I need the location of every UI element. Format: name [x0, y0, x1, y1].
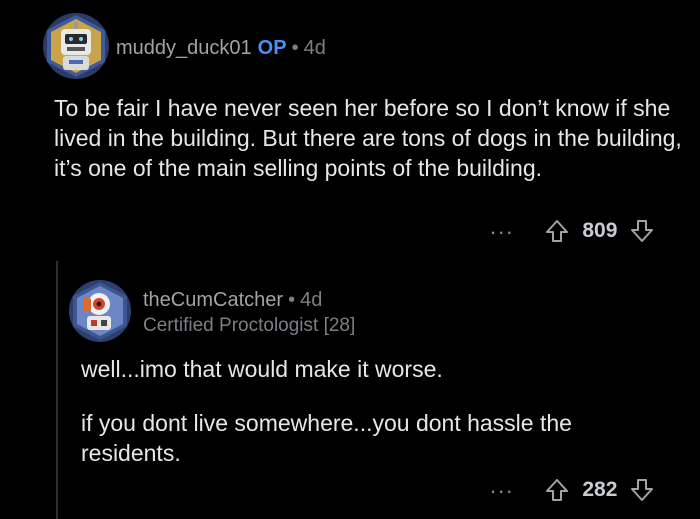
op-badge: OP [257, 37, 287, 59]
upvote-arrow-icon[interactable] [544, 477, 570, 503]
robot-avatar-icon [47, 15, 105, 77]
more-options-button[interactable]: ... [490, 473, 514, 499]
reply-body-paragraph-2: if you dont live somewhere...you dont ha… [81, 410, 572, 466]
author-name[interactable]: theCumCatcher [143, 289, 283, 311]
op-avatar[interactable] [43, 13, 109, 79]
reply-actions: ... 282 [490, 473, 655, 503]
downvote-arrow-icon[interactable] [629, 477, 655, 503]
reply-body-paragraph-1: well...imo that would make it worse. [81, 356, 443, 382]
downvote-arrow-icon[interactable] [629, 218, 655, 244]
reply-avatar[interactable] [69, 280, 131, 342]
user-flair: Certified Proctologist [28] [143, 315, 356, 336]
reply-author-line: theCumCatcher • 4d [143, 289, 322, 312]
comment-body: To be fair I have never seen her before … [54, 95, 682, 181]
upvote-arrow-icon[interactable] [544, 218, 570, 244]
robot-avatar-icon [73, 282, 127, 340]
separator-dot: • [288, 289, 296, 311]
author-name[interactable]: muddy_duck01 [116, 37, 252, 59]
more-options-button[interactable]: ... [490, 214, 514, 240]
vote-count: 809 [582, 219, 618, 242]
comment-age: 4d [300, 289, 323, 311]
separator-dot: • [291, 37, 299, 59]
vote-count: 282 [582, 478, 618, 501]
op-actions: ... 809 [490, 214, 655, 244]
thread-line[interactable] [56, 261, 58, 519]
op-author-line: muddy_duck01 OP • 4d [116, 37, 326, 60]
comment-age: 4d [303, 37, 326, 59]
